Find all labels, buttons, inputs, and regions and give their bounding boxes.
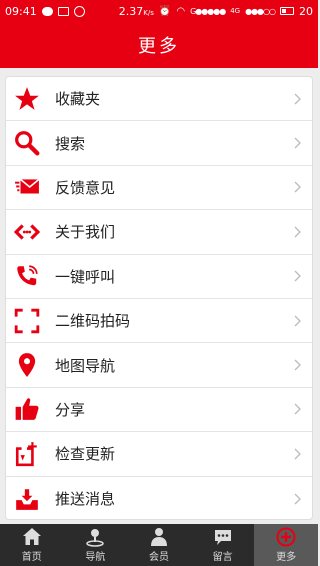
- nav-item-home[interactable]: 首页: [0, 524, 64, 566]
- status-bar: 09:41 2.37K/s ⏰ ◠ G●●●●● 4G ●●●○○ 20: [0, 0, 318, 22]
- navigation-icon: [86, 529, 105, 547]
- menu-item-label: 分享: [55, 400, 86, 419]
- menu-list: 收藏夹 搜索 反馈意见 关于我们 一键呼叫 二维码拍码 地图导航 分享 检查更新…: [5, 76, 313, 520]
- chevron-right-icon: [290, 226, 306, 238]
- menu-item-check-update[interactable]: 检查更新: [6, 432, 312, 477]
- data-rate: 2.37K/s: [118, 4, 154, 18]
- check-notification-icon: [73, 5, 85, 17]
- title-bar: 更多: [0, 22, 318, 68]
- star-icon: [12, 84, 42, 114]
- signal-strength-icon-2: ●●●○○: [245, 6, 276, 16]
- chevron-right-icon: [290, 270, 306, 282]
- chevron-right-icon: [290, 137, 306, 149]
- menu-item-map[interactable]: 地图导航: [6, 343, 312, 388]
- nav-item-label: 更多: [276, 552, 297, 563]
- battery-icon: [280, 7, 294, 15]
- menu-item-call[interactable]: 一键呼叫: [6, 255, 312, 299]
- update-icon: [12, 439, 42, 469]
- nav-item-message[interactable]: 留言: [191, 524, 255, 566]
- menu-item-label: 地图导航: [55, 356, 116, 375]
- chevron-right-icon: [290, 181, 306, 193]
- scan-frame-icon: [12, 306, 42, 336]
- page-title: 更多: [138, 36, 180, 57]
- mail-icon: [12, 172, 42, 202]
- menu-item-label: 检查更新: [55, 445, 116, 464]
- image-notification-icon: [57, 6, 69, 16]
- chevron-right-icon: [290, 403, 306, 415]
- map-pin-icon: [12, 350, 42, 380]
- menu-item-label: 反馈意见: [55, 178, 116, 197]
- member-icon: [150, 528, 167, 546]
- chevron-right-icon: [290, 359, 306, 371]
- wifi-icon: ◠: [176, 5, 186, 17]
- menu-item-label: 关于我们: [55, 223, 116, 242]
- nav-item-member[interactable]: 会员: [127, 524, 191, 566]
- bottom-nav: 首页 导航 会员 留言 更多: [0, 524, 318, 566]
- phone-icon: [12, 261, 42, 291]
- chevron-right-icon: [290, 315, 306, 327]
- nav-item-label: 留言: [212, 552, 233, 563]
- signal-strength-icon: G●●●●●: [190, 6, 226, 16]
- nav-item-label: 导航: [85, 552, 106, 563]
- menu-item-feedback[interactable]: 反馈意见: [6, 166, 312, 211]
- menu-item-qr-scan[interactable]: 二维码拍码: [6, 299, 312, 344]
- menu-item-about[interactable]: 关于我们: [6, 210, 312, 255]
- menu-item-label: 推送消息: [55, 490, 116, 509]
- chevron-right-icon: [290, 93, 306, 105]
- chevron-right-icon: [290, 493, 306, 505]
- menu-item-label: 收藏夹: [55, 90, 101, 109]
- menu-item-label: 一键呼叫: [55, 267, 116, 286]
- menu-item-label: 二维码拍码: [55, 312, 131, 331]
- alarm-icon: ⏰: [158, 5, 172, 17]
- nav-item-more[interactable]: 更多: [254, 524, 318, 566]
- chat-notification-icon: [41, 6, 53, 16]
- search-icon: [12, 128, 42, 158]
- code-arrows-icon: [12, 217, 42, 247]
- menu-item-label: 搜索: [55, 134, 86, 153]
- status-time: 09:41: [5, 4, 37, 18]
- plus-circle-icon: [276, 527, 296, 547]
- battery-level: 20: [299, 4, 313, 18]
- menu-item-share[interactable]: 分享: [6, 388, 312, 433]
- home-icon: [22, 528, 41, 545]
- menu-item-search[interactable]: 搜索: [6, 121, 312, 166]
- network-type: 4G: [230, 7, 241, 15]
- menu-item-favorites[interactable]: 收藏夹: [6, 77, 312, 122]
- chevron-right-icon: [290, 448, 306, 460]
- nav-item-navigation[interactable]: 导航: [64, 524, 128, 566]
- nav-item-label: 首页: [21, 552, 42, 563]
- menu-item-push-messages[interactable]: 推送消息: [6, 477, 312, 519]
- message-icon: [214, 530, 231, 545]
- nav-item-label: 会员: [148, 552, 169, 563]
- thumbs-up-icon: [12, 394, 42, 424]
- inbox-icon: [12, 484, 42, 514]
